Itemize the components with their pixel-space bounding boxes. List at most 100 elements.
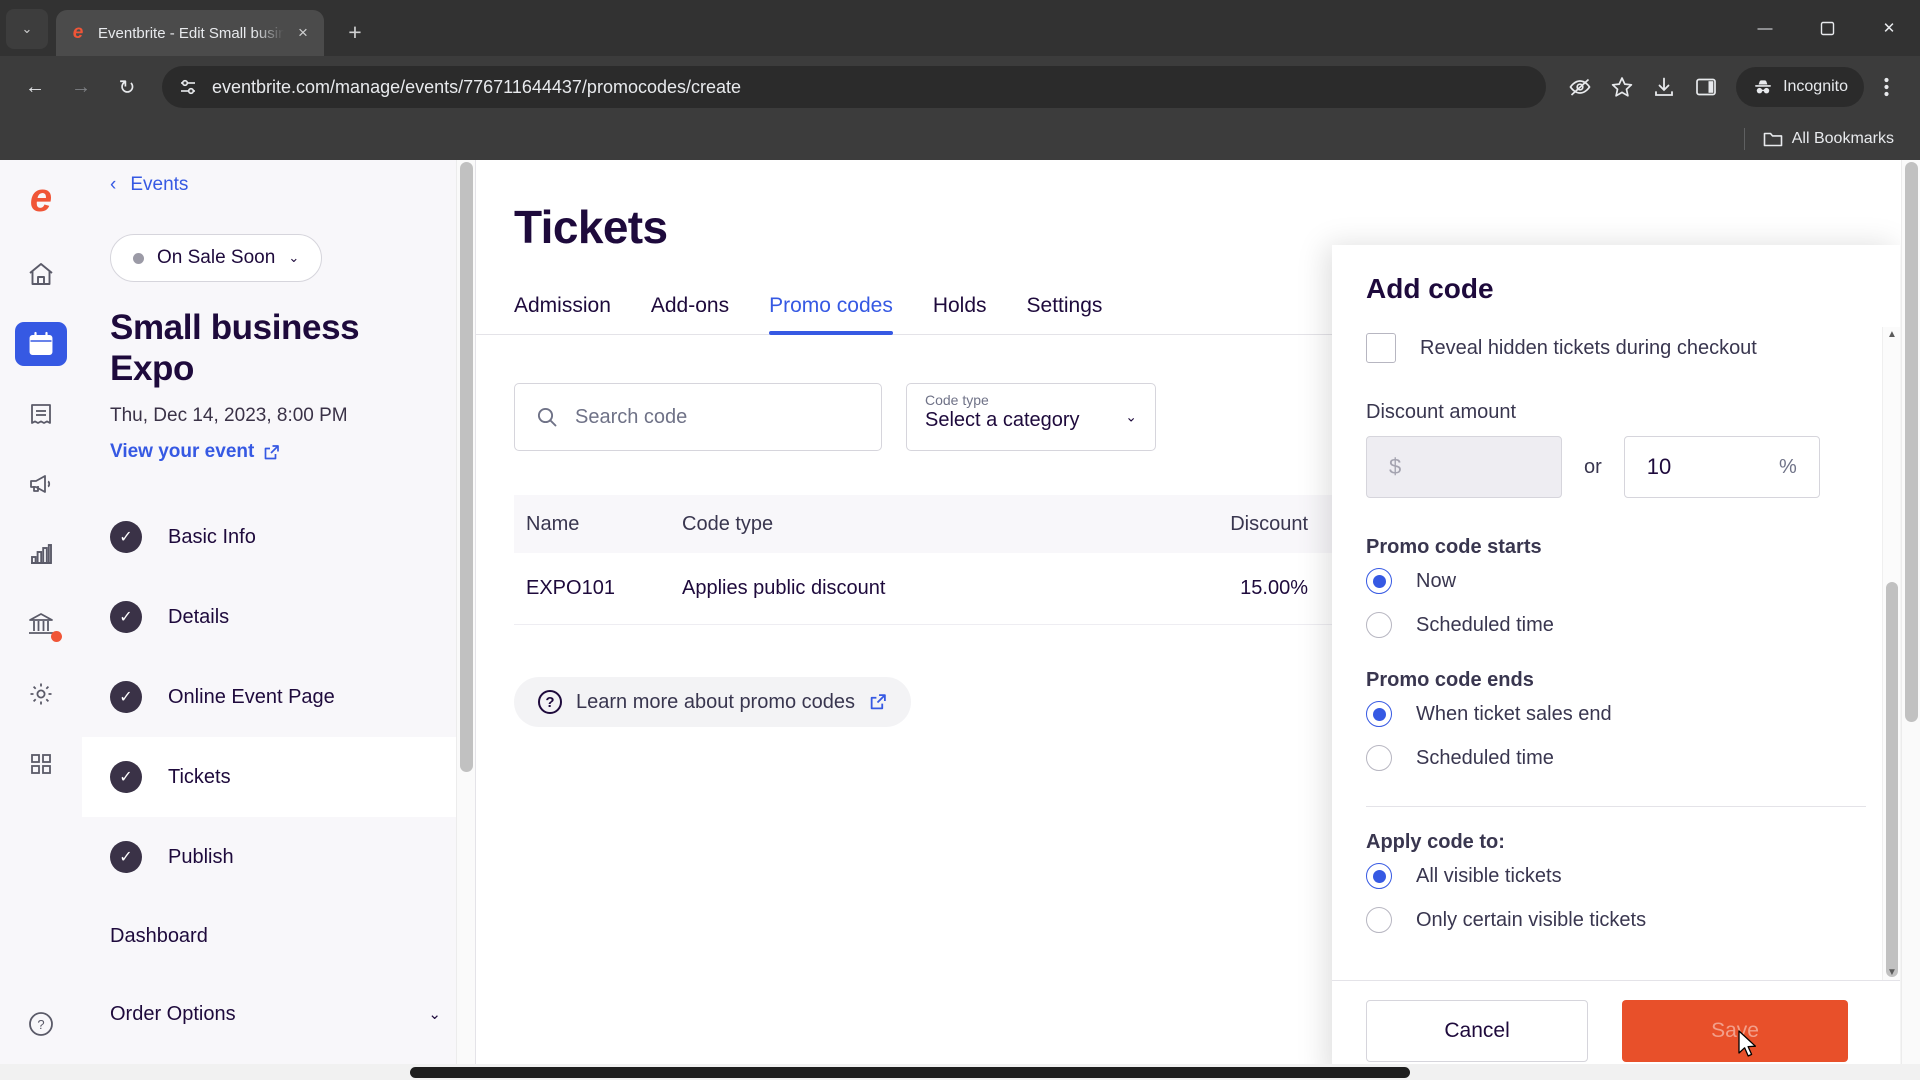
reveal-hidden-tickets-row[interactable]: Reveal hidden tickets during checkout bbox=[1366, 327, 1866, 363]
back-icon[interactable]: ← bbox=[14, 66, 56, 108]
event-summary: On Sale Soon ⌄ Small business Expo Thu, … bbox=[82, 208, 475, 463]
promo-code-ends-label: Promo code ends bbox=[1366, 669, 1534, 691]
sidebar-item-dashboard[interactable]: Dashboard bbox=[82, 897, 475, 975]
tab-holds[interactable]: Holds bbox=[913, 294, 1007, 334]
cancel-button[interactable]: Cancel bbox=[1366, 999, 1589, 1062]
bar-chart-icon[interactable] bbox=[15, 532, 67, 576]
browser-tab[interactable]: e Eventbrite - Edit Small busines × bbox=[56, 10, 324, 56]
cell-code-type: Applies public discount bbox=[682, 577, 886, 599]
radio-icon[interactable] bbox=[1366, 701, 1392, 727]
ends-option-label: When ticket sales end bbox=[1416, 702, 1612, 725]
sidebar-item-label: Dashboard bbox=[110, 924, 208, 947]
calendar-icon[interactable]: 15 bbox=[15, 322, 67, 366]
sidebar-item-order-options[interactable]: Order Options ⌄ bbox=[82, 975, 475, 1053]
site-info-icon[interactable] bbox=[178, 77, 198, 97]
sidebar-item-label: Online Event Page bbox=[168, 685, 335, 708]
sidebar-item-label: Publish bbox=[168, 845, 234, 868]
tab-admission[interactable]: Admission bbox=[514, 294, 631, 334]
download-icon[interactable] bbox=[1644, 67, 1684, 107]
megaphone-icon[interactable] bbox=[15, 462, 67, 506]
window-close-icon[interactable]: ✕ bbox=[1858, 0, 1920, 56]
page-scrollbar[interactable] bbox=[1901, 160, 1920, 1080]
scroll-down-arrow-icon[interactable]: ▼ bbox=[1883, 967, 1900, 978]
learn-more-label: Learn more about promo codes bbox=[576, 690, 856, 713]
side-panel-icon[interactable] bbox=[1686, 67, 1726, 107]
minimize-icon[interactable]: — bbox=[1734, 0, 1796, 56]
radio-icon[interactable] bbox=[1366, 863, 1392, 889]
starts-option-now[interactable]: Now bbox=[1366, 559, 1866, 603]
address-bar[interactable]: eventbrite.com/manage/events/77671164443… bbox=[162, 66, 1547, 108]
tab-settings[interactable]: Settings bbox=[1007, 294, 1123, 334]
radio-icon[interactable] bbox=[1366, 612, 1392, 638]
ends-option-scheduled-time[interactable]: Scheduled time bbox=[1366, 736, 1866, 780]
starts-option-scheduled-time[interactable]: Scheduled time bbox=[1366, 603, 1866, 647]
svg-text:?: ? bbox=[37, 1017, 44, 1032]
eventbrite-logo-icon[interactable]: e bbox=[30, 178, 52, 218]
maximize-icon[interactable] bbox=[1796, 0, 1858, 56]
radio-icon[interactable] bbox=[1366, 568, 1392, 594]
discount-currency-field[interactable]: $ bbox=[1366, 436, 1562, 498]
add-code-panel: Add code Reveal hidden tickets during ch… bbox=[1332, 245, 1900, 1080]
forward-icon[interactable]: → bbox=[60, 66, 102, 108]
chevron-down-icon: ⌄ bbox=[428, 1006, 441, 1024]
incognito-icon bbox=[1752, 76, 1774, 98]
scrollbar-thumb[interactable] bbox=[460, 162, 473, 772]
apps-grid-icon[interactable] bbox=[15, 742, 67, 786]
eye-off-icon[interactable] bbox=[1560, 67, 1600, 107]
search-input[interactable]: Search code bbox=[514, 383, 882, 451]
sidebar-item-online-event-page[interactable]: ✓ Online Event Page bbox=[82, 657, 475, 737]
event-status-dropdown[interactable]: On Sale Soon ⌄ bbox=[110, 234, 323, 282]
tab-strip: ⌄ e Eventbrite - Edit Small busines × + … bbox=[0, 0, 1920, 56]
sidebar-item-details[interactable]: ✓ Details bbox=[82, 577, 475, 657]
percent-value: 10 bbox=[1646, 454, 1672, 479]
discount-percent-field[interactable]: 10 % bbox=[1623, 436, 1820, 498]
code-type-select[interactable]: Code type Select a category ⌄ bbox=[906, 383, 1156, 451]
all-bookmarks-button[interactable]: All Bookmarks bbox=[1755, 126, 1902, 152]
view-your-event-link[interactable]: View your event bbox=[110, 441, 280, 463]
receipt-icon[interactable] bbox=[15, 392, 67, 436]
scrollbar-thumb[interactable] bbox=[410, 1067, 1410, 1078]
scrollbar-thumb[interactable] bbox=[1905, 162, 1918, 722]
folder-icon bbox=[1763, 130, 1783, 148]
scroll-up-arrow-icon[interactable]: ▲ bbox=[1883, 329, 1900, 340]
ends-option-when-ticket-sales-end[interactable]: When ticket sales end bbox=[1366, 692, 1866, 736]
sidebar-item-basic-info[interactable]: ✓ Basic Info bbox=[82, 497, 475, 577]
learn-more-link[interactable]: ? Learn more about promo codes bbox=[514, 677, 912, 727]
reload-icon[interactable]: ↻ bbox=[106, 66, 148, 108]
kebab-menu-icon[interactable] bbox=[1866, 67, 1906, 107]
new-tab-button[interactable]: + bbox=[338, 15, 372, 49]
sidebar-item-publish[interactable]: ✓ Publish bbox=[82, 817, 475, 897]
chevron-down-icon: ⌄ bbox=[1125, 408, 1137, 425]
check-icon: ✓ bbox=[110, 521, 142, 554]
tab-add-ons[interactable]: Add-ons bbox=[631, 294, 749, 334]
gear-icon[interactable] bbox=[15, 672, 67, 716]
horizontal-scrollbar[interactable] bbox=[0, 1064, 1920, 1080]
home-icon[interactable] bbox=[15, 252, 67, 296]
eventbrite-favicon-icon: e bbox=[72, 22, 84, 43]
back-to-events-link[interactable]: ‹ Events bbox=[82, 160, 475, 208]
save-button[interactable]: Save bbox=[1622, 999, 1848, 1062]
cell-name: EXPO101 bbox=[526, 577, 615, 599]
external-link-icon bbox=[869, 693, 887, 711]
starts-option-label: Scheduled time bbox=[1416, 613, 1554, 636]
sidebar-scrollbar[interactable]: ▼ bbox=[456, 160, 475, 1080]
apply-option-all-visible-tickets[interactable]: All visible tickets bbox=[1366, 854, 1866, 898]
tab-promo-codes[interactable]: Promo codes bbox=[749, 294, 913, 335]
bank-icon[interactable] bbox=[15, 602, 67, 646]
radio-icon[interactable] bbox=[1366, 907, 1392, 933]
radio-icon[interactable] bbox=[1366, 745, 1392, 771]
apply-option-only-certain-visible-tickets[interactable]: Only certain visible tickets bbox=[1366, 898, 1866, 942]
panel-scrollbar[interactable]: ▲ ▼ bbox=[1882, 327, 1900, 980]
discount-amount-row: $ or 10 % bbox=[1366, 436, 1866, 498]
help-icon[interactable]: ? bbox=[15, 1002, 67, 1046]
currency-placeholder: $ bbox=[1389, 454, 1402, 479]
tab-search-button[interactable]: ⌄ bbox=[6, 9, 48, 49]
close-icon[interactable]: × bbox=[294, 23, 312, 43]
view-event-label: View your event bbox=[110, 441, 255, 463]
star-icon[interactable] bbox=[1602, 67, 1642, 107]
reveal-hidden-tickets-checkbox[interactable] bbox=[1366, 333, 1396, 363]
sidebar-item-tickets[interactable]: ✓ Tickets bbox=[82, 737, 475, 818]
incognito-indicator[interactable]: Incognito bbox=[1736, 67, 1864, 107]
page-title: Tickets bbox=[514, 201, 668, 253]
scrollbar-thumb[interactable] bbox=[1886, 582, 1898, 977]
